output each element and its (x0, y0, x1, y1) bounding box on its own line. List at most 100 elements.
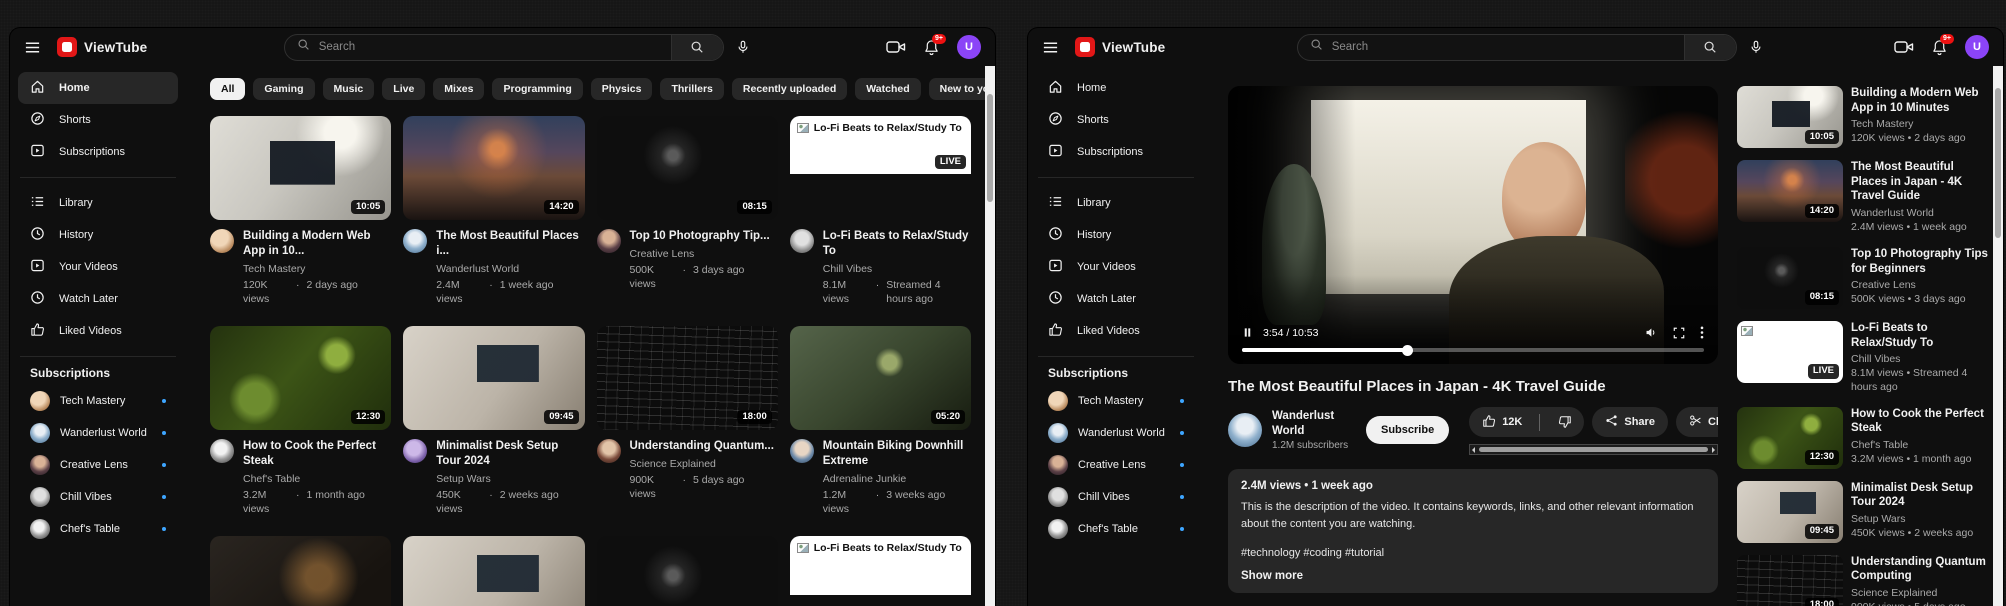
sidebar-item-your-videos[interactable]: Your Videos (18, 251, 178, 283)
sidebar-channel-chefs-table[interactable]: Chef's Table (18, 513, 178, 545)
video-title[interactable]: Mountain Biking Downhill Extreme (823, 439, 971, 469)
video-thumbnail[interactable] (597, 536, 778, 606)
chip-gaming[interactable]: Gaming (253, 78, 314, 100)
sidebar-channel-wanderlust-world[interactable]: Wanderlust World (18, 417, 178, 449)
user-avatar[interactable]: U (1965, 35, 1989, 59)
related-title[interactable]: Lo-Fi Beats to Relax/Study To (1851, 321, 1993, 350)
scroll-right-arrow[interactable] (1712, 447, 1715, 453)
menu-button[interactable] (1042, 39, 1059, 56)
related-channel[interactable]: Tech Mastery (1851, 118, 1993, 130)
channel-avatar[interactable] (403, 439, 427, 463)
video-card[interactable]: Lo-Fi Beats to Relax/Study To (790, 536, 971, 606)
related-thumbnail[interactable]: 08:15 (1737, 247, 1843, 309)
sidebar-item-liked-videos[interactable]: Liked Videos (18, 315, 178, 347)
channel-name[interactable]: Creative Lens (630, 248, 770, 260)
search-input[interactable] (1332, 41, 1672, 53)
sidebar-item-history[interactable]: History (18, 219, 178, 251)
video-card[interactable]: 08:15 Top 10 Photography Tip... Creative… (597, 116, 778, 306)
related-channel[interactable]: Setup Wars (1851, 513, 1993, 525)
related-thumbnail[interactable]: 12:30 (1737, 407, 1843, 469)
vertical-scrollbar[interactable] (1993, 66, 2003, 606)
chip-thrillers[interactable]: Thrillers (660, 78, 723, 100)
show-more-button[interactable]: Show more (1241, 570, 1705, 582)
related-video[interactable]: LIVE Lo-Fi Beats to Relax/Study To Chill… (1737, 321, 1993, 395)
channel-name[interactable]: Tech Mastery (243, 263, 391, 275)
channel-name[interactable]: Adrenaline Junkie (823, 473, 971, 485)
search-bar[interactable] (1297, 34, 1737, 61)
channel-name[interactable]: Setup Wars (436, 473, 584, 485)
clip-button[interactable]: Clip (1676, 407, 1718, 437)
related-title[interactable]: Building a Modern Web App in 10 Minutes (1851, 86, 1993, 115)
vertical-scrollbar[interactable] (985, 66, 995, 606)
sidebar-channel-chefs-table[interactable]: Chef's Table (1036, 513, 1196, 545)
related-video[interactable]: 08:15 Top 10 Photography Tips for Beginn… (1737, 247, 1993, 309)
channel-avatar[interactable] (210, 439, 234, 463)
scrollbar-thumb[interactable] (1995, 88, 2001, 238)
sidebar-channel-chill-vibes[interactable]: Chill Vibes (1036, 481, 1196, 513)
video-thumbnail[interactable]: 10:05 (210, 116, 391, 220)
sidebar-item-your-videos[interactable]: Your Videos (1036, 251, 1196, 283)
video-card[interactable]: Lo-Fi Beats to Relax/Study To LIVE Lo-Fi… (790, 116, 971, 306)
actions-horizontal-scrollbar[interactable] (1469, 444, 1718, 455)
sidebar-channel-creative-lens[interactable]: Creative Lens (1036, 449, 1196, 481)
chip-programming[interactable]: Programming (492, 78, 582, 100)
voice-search-button[interactable] (1749, 39, 1763, 55)
search-submit-button[interactable] (671, 35, 723, 60)
related-channel[interactable]: Chill Vibes (1851, 353, 1993, 365)
video-card[interactable] (597, 536, 778, 606)
create-video-icon[interactable] (1894, 40, 1914, 54)
related-title[interactable]: The Most Beautiful Places in Japan - 4K … (1851, 160, 1993, 204)
video-card[interactable] (210, 536, 391, 606)
sidebar-channel-wanderlust-world[interactable]: Wanderlust World (1036, 417, 1196, 449)
related-thumbnail[interactable]: 18:00 (1737, 555, 1843, 606)
seek-bar[interactable] (1242, 348, 1704, 352)
volume-icon[interactable] (1644, 326, 1658, 339)
player-menu-kebab-icon[interactable] (1700, 326, 1704, 339)
channel-name[interactable]: Chill Vibes (823, 263, 971, 275)
video-card[interactable]: 12:30 How to Cook the Perfect Steak Chef… (210, 326, 391, 516)
related-channel[interactable]: Chef's Table (1851, 439, 1993, 451)
video-card[interactable]: 10:05 Building a Modern Web App in 10...… (210, 116, 391, 306)
related-title[interactable]: Top 10 Photography Tips for Beginners (1851, 247, 1993, 276)
chip-mixes[interactable]: Mixes (433, 78, 484, 100)
search-input[interactable] (319, 41, 659, 53)
channel-name[interactable]: Chef's Table (243, 473, 391, 485)
sidebar-item-watch-later[interactable]: Watch Later (18, 283, 178, 315)
channel-avatar[interactable] (210, 229, 234, 253)
video-title[interactable]: Building a Modern Web App in 10... (243, 229, 391, 259)
search-bar[interactable] (284, 34, 724, 61)
chip-watched[interactable]: Watched (855, 78, 920, 100)
sidebar-channel-creative-lens[interactable]: Creative Lens (18, 449, 178, 481)
chip-all[interactable]: All (210, 78, 245, 100)
notifications-bell-icon[interactable]: 9+ (924, 39, 939, 56)
channel-avatar[interactable] (403, 229, 427, 253)
subscribe-button[interactable]: Subscribe (1366, 416, 1449, 444)
video-thumbnail[interactable] (210, 536, 391, 606)
sidebar-item-library[interactable]: Library (18, 187, 178, 219)
channel-name[interactable]: Science Explained (630, 458, 774, 470)
chip-physics[interactable]: Physics (591, 78, 653, 100)
share-button[interactable]: Share (1592, 407, 1668, 437)
sidebar-item-shorts[interactable]: Shorts (1036, 104, 1196, 136)
related-channel[interactable]: Creative Lens (1851, 279, 1993, 291)
menu-button[interactable] (24, 39, 41, 56)
video-thumbnail[interactable] (403, 536, 584, 606)
sidebar-channel-tech-mastery[interactable]: Tech Mastery (18, 385, 178, 417)
video-title[interactable]: The Most Beautiful Places i... (436, 229, 584, 259)
search-submit-button[interactable] (1684, 35, 1736, 60)
scroll-left-arrow[interactable] (1472, 447, 1475, 453)
chip-recently-uploaded[interactable]: Recently uploaded (732, 78, 847, 100)
sidebar-item-liked-videos[interactable]: Liked Videos (1036, 315, 1196, 347)
related-channel[interactable]: Wanderlust World (1851, 207, 1993, 219)
video-title[interactable]: Understanding Quantum... (630, 439, 774, 454)
video-thumbnail[interactable]: 09:45 (403, 326, 584, 430)
create-video-icon[interactable] (886, 40, 906, 54)
sidebar-item-subscriptions[interactable]: Subscriptions (1036, 136, 1196, 168)
video-thumbnail[interactable]: 08:15 (597, 116, 778, 220)
like-button[interactable]: 12K (1469, 414, 1533, 431)
search-field[interactable] (285, 38, 671, 56)
video-card[interactable]: 14:20 The Most Beautiful Places i... Wan… (403, 116, 584, 306)
chip-live[interactable]: Live (382, 78, 425, 100)
sidebar-channel-chill-vibes[interactable]: Chill Vibes (18, 481, 178, 513)
sidebar-item-home[interactable]: Home (18, 72, 178, 104)
